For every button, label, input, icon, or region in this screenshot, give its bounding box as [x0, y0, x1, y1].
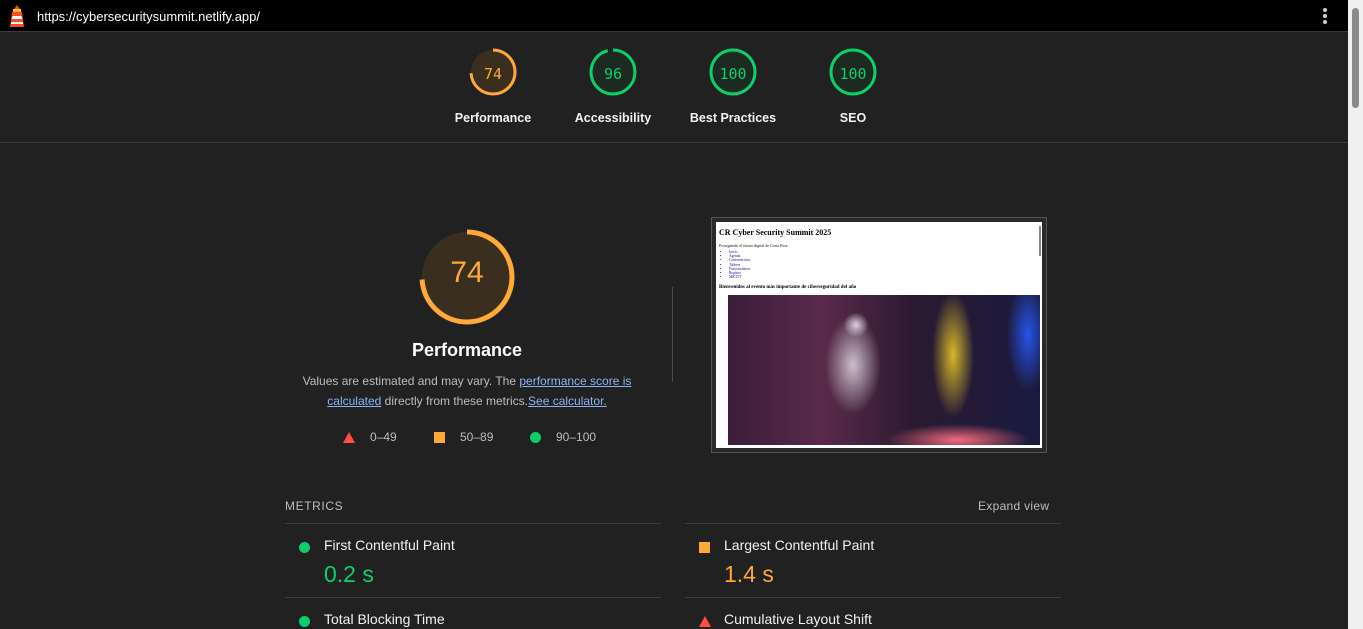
gauge-label: Accessibility	[574, 111, 652, 125]
metric-fcp: First Contentful Paint 0.2 s	[299, 537, 649, 592]
lighthouse-icon	[10, 5, 24, 27]
legend-average: 50–89	[434, 430, 493, 444]
legend-fail: 0–49	[343, 430, 397, 444]
circle-icon	[299, 616, 310, 627]
legend-pass: 90–100	[530, 430, 596, 444]
gauge-label: SEO	[839, 111, 867, 125]
score-summary: 74 Performance 96 Accessibility 100 Best…	[0, 33, 1348, 143]
gauge-score: 100	[719, 65, 747, 83]
divider	[685, 597, 1061, 598]
gauge-performance[interactable]: 74 Performance	[433, 47, 553, 125]
metric-cls: Cumulative Layout Shift	[699, 611, 1049, 629]
metric-name: Largest Contentful Paint	[724, 537, 875, 553]
screenshot-subheading: Bienvenidos al evento más importante de …	[719, 285, 857, 290]
gauge-label: Best Practices	[689, 111, 777, 125]
gauge-best-practices[interactable]: 100 Best Practices	[673, 47, 793, 125]
screenshot-scrollbar	[1039, 226, 1041, 256]
gauge-seo[interactable]: 100 SEO	[793, 47, 913, 125]
page-url: https://cybersecuritysummit.netlify.app/	[37, 9, 261, 24]
metric-tbt: Total Blocking Time	[299, 611, 649, 629]
scrollbar-thumb[interactable]	[1352, 8, 1359, 108]
final-screenshot[interactable]: CR Cyber Security Summit 2025 Protegiend…	[711, 217, 1047, 453]
screenshot-heading: CR Cyber Security Summit 2025	[719, 228, 832, 237]
performance-title: Performance	[411, 340, 523, 360]
metric-name: Cumulative Layout Shift	[724, 611, 872, 627]
desc-text: directly from these metrics.	[381, 394, 529, 408]
square-icon	[434, 431, 445, 443]
metric-name: Total Blocking Time	[324, 611, 445, 627]
screenshot-nav: Inicio Agenda Conferencistas Talleres Pa…	[729, 250, 750, 279]
gauge-score: 74	[483, 65, 503, 83]
metric-lcp: Largest Contentful Paint 1.4 s	[699, 537, 1049, 592]
metric-name: First Contentful Paint	[324, 537, 455, 553]
desc-text: Values are estimated and may vary. The	[302, 374, 520, 388]
screenshot-tagline: Protegiendo el futuro digital de Costa R…	[719, 243, 788, 248]
metric-value: 1.4 s	[724, 561, 774, 587]
divider	[285, 597, 661, 598]
top-bar: https://cybersecuritysummit.netlify.app/	[0, 0, 1348, 32]
divider	[285, 523, 661, 524]
screenshot-nav-item: Conferencistas	[729, 258, 750, 262]
hero-image	[728, 295, 1040, 445]
gauge-accessibility[interactable]: 96 Accessibility	[553, 47, 673, 125]
circle-icon	[299, 542, 310, 553]
metrics-title: METRICS	[285, 499, 344, 513]
gauge-label: Performance	[454, 111, 532, 125]
triangle-icon	[699, 616, 711, 627]
scrollbar[interactable]	[1348, 0, 1363, 629]
kebab-menu-icon[interactable]	[1322, 7, 1328, 25]
circle-icon	[530, 431, 541, 443]
legend-label: 0–49	[370, 430, 397, 444]
divider	[672, 287, 673, 382]
expand-view-button[interactable]: Expand view	[978, 499, 1049, 513]
performance-description: Values are estimated and may vary. The p…	[297, 371, 637, 411]
legend-label: 50–89	[460, 430, 494, 444]
screenshot-page: CR Cyber Security Summit 2025 Protegiend…	[716, 222, 1042, 448]
performance-score: 74	[450, 256, 484, 289]
legend-label: 90–100	[556, 430, 597, 444]
square-icon	[699, 542, 710, 553]
see-calculator-link[interactable]: See calculator.	[528, 394, 607, 408]
triangle-icon	[343, 431, 355, 443]
metric-value: 0.2 s	[324, 561, 374, 587]
divider	[685, 523, 1061, 524]
screenshot-nav-item: MICITT	[729, 275, 750, 279]
gauge-score: 100	[839, 65, 867, 83]
gauge-score: 96	[603, 65, 623, 83]
